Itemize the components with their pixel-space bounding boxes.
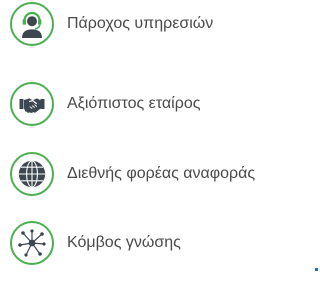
feature-list: Πάροχος υπηρεσιών Αξιόπιστος εταίρος Διε… <box>0 0 320 283</box>
list-item-trusted-partner: Αξιόπιστος εταίρος <box>10 80 200 128</box>
list-item-service-provider: Πάροχος υπηρεσιών <box>10 0 213 48</box>
trusted-partner-label: Αξιόπιστος εταίρος <box>67 95 201 112</box>
corner-marker <box>315 268 318 271</box>
knowledge-hub-label: Κόμβος γνώσης <box>67 234 181 251</box>
network-hub-icon <box>10 221 54 265</box>
list-item-international-reference-body: Διεθνής φορέας αναφοράς <box>10 150 255 198</box>
customer-service-agent-icon <box>10 2 54 46</box>
list-item-knowledge-hub: Κόμβος γνώσης <box>10 219 181 267</box>
handshake-icon <box>10 82 54 126</box>
service-provider-label: Πάροχος υπηρεσιών <box>67 15 214 32</box>
international-reference-body-label: Διεθνής φορέας αναφοράς <box>67 165 256 182</box>
globe-icon <box>10 152 54 196</box>
